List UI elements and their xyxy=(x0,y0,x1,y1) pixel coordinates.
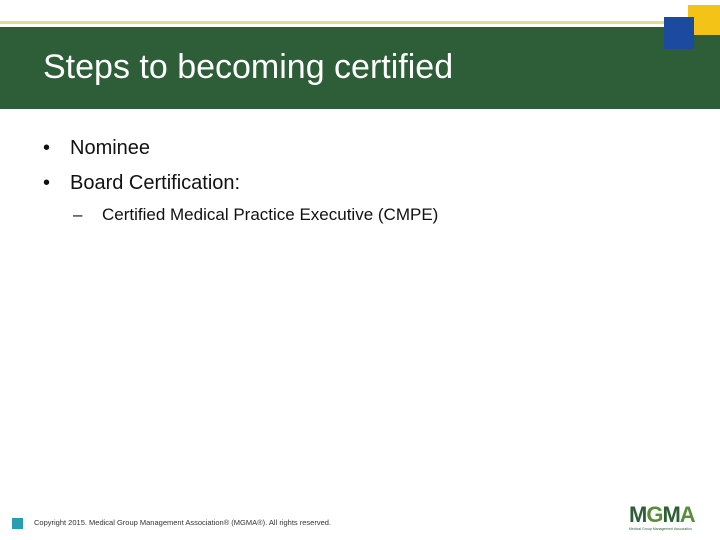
footer-copyright: Copyright 2015. Medical Group Management… xyxy=(34,518,332,527)
logo-tagline: Medical Group Management Association xyxy=(629,527,692,531)
dash-mark: – xyxy=(73,205,83,224)
slide-title: Steps to becoming certified xyxy=(43,48,454,86)
bullet-text: Board Certification: xyxy=(70,172,241,194)
logo-letter: M xyxy=(662,502,680,527)
bullet-item: • Nominee xyxy=(43,137,150,160)
bullet-item: • Board Certification: xyxy=(43,172,240,195)
bullet-mark: • xyxy=(43,137,51,159)
logo-letters: MGMA xyxy=(629,504,707,526)
mgma-logo: MGMA Medical Group Management Associatio… xyxy=(629,504,707,532)
bullet-text: Nominee xyxy=(70,137,151,159)
sub-bullet-item: – Certified Medical Practice Executive (C… xyxy=(73,205,438,225)
bullet-mark: • xyxy=(43,172,51,194)
logo-letter: M xyxy=(629,502,647,527)
corner-blue-square xyxy=(664,17,694,49)
logo-letter: A xyxy=(679,502,696,527)
sub-bullet-text: Certified Medical Practice Executive (CM… xyxy=(102,205,439,224)
logo-letter: G xyxy=(646,502,663,527)
top-accent-line xyxy=(0,21,720,24)
footer-square xyxy=(12,518,23,529)
